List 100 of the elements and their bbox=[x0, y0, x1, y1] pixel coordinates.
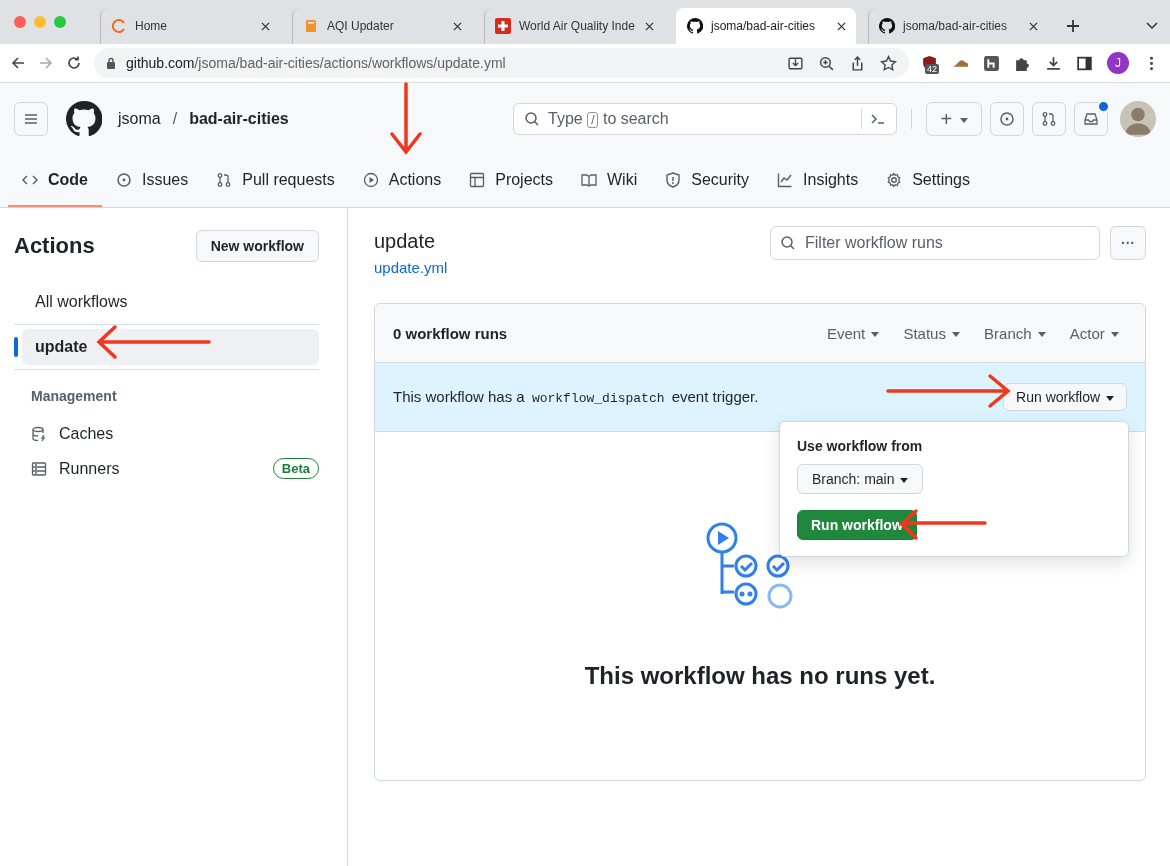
command-palette-icon[interactable] bbox=[870, 111, 886, 127]
play-icon bbox=[362, 172, 379, 188]
pull-requests-button[interactable] bbox=[1032, 102, 1066, 136]
workflow-title: update bbox=[374, 230, 437, 253]
back-arrow-icon[interactable] bbox=[10, 55, 26, 71]
repo-tab[interactable]: Security bbox=[651, 155, 764, 207]
management-item[interactable]: Runners Beta bbox=[14, 451, 319, 486]
more-options-button[interactable]: ··· bbox=[1110, 226, 1146, 260]
search-icon bbox=[524, 111, 540, 127]
octocat-logo-icon[interactable] bbox=[66, 101, 102, 137]
close-icon[interactable] bbox=[645, 21, 654, 31]
server-icon bbox=[31, 460, 47, 477]
empty-state-message: This workflow has no runs yet. bbox=[584, 662, 936, 690]
popover-heading: Use workflow from bbox=[797, 438, 923, 454]
caret-icon bbox=[1106, 395, 1114, 401]
caret-icon bbox=[959, 117, 968, 123]
inbox-button[interactable] bbox=[1074, 102, 1108, 136]
caret-icon bbox=[1037, 332, 1046, 338]
repo-tab[interactable]: Issues bbox=[102, 155, 203, 207]
book-icon bbox=[303, 18, 319, 34]
tab-title: AQI Updater bbox=[327, 19, 395, 33]
notification-dot bbox=[1097, 100, 1110, 113]
menu-icon bbox=[23, 111, 39, 127]
path-separator: / bbox=[172, 110, 178, 128]
octocat-icon bbox=[687, 18, 703, 34]
close-icon[interactable] bbox=[261, 21, 270, 31]
new-workflow-button[interactable]: New workflow bbox=[195, 230, 319, 262]
filter-field[interactable]: Filter workflow runs bbox=[770, 226, 1100, 260]
address-bar[interactable]: github.com/jsoma/bad-air-cities/actions/workflows/update.yml bbox=[94, 48, 909, 78]
download-icon[interactable] bbox=[1045, 54, 1062, 72]
table-icon bbox=[469, 172, 486, 188]
create-new-button[interactable]: + bbox=[926, 102, 982, 136]
book-icon bbox=[581, 172, 597, 188]
star-icon[interactable] bbox=[880, 54, 897, 72]
tab-title: Home bbox=[135, 19, 168, 33]
owner-link[interactable]: jsoma bbox=[118, 110, 161, 128]
repo-tab[interactable]: Insights bbox=[763, 155, 873, 207]
browser-tab[interactable]: AQI Updater bbox=[292, 8, 472, 44]
search-icon bbox=[780, 235, 796, 251]
close-icon[interactable] bbox=[837, 21, 846, 31]
filter-dropdown[interactable]: Status bbox=[895, 324, 969, 342]
run-workflow-dropdown[interactable]: Run workflow bbox=[1003, 383, 1127, 411]
pull-request-icon bbox=[1041, 111, 1057, 127]
section-heading: Management bbox=[31, 388, 118, 404]
caret-icon bbox=[871, 332, 880, 338]
workflow-file-link[interactable]: update.yml bbox=[374, 259, 448, 276]
profile-avatar[interactable]: J bbox=[1107, 52, 1129, 74]
gear-icon bbox=[886, 172, 903, 188]
side-panel-icon[interactable] bbox=[1076, 54, 1093, 72]
tab-title: World Air Quality Inde bbox=[519, 19, 636, 33]
issues-button[interactable] bbox=[990, 102, 1024, 136]
avatar-silhouette[interactable] bbox=[1120, 101, 1156, 137]
workflow-item[interactable]: All workflows bbox=[22, 284, 319, 320]
repo-tab[interactable]: Actions bbox=[348, 155, 456, 207]
repo-link[interactable]: bad-air-cities bbox=[189, 110, 289, 128]
cross-icon bbox=[495, 18, 511, 34]
run-count: 0 workflow runs bbox=[393, 324, 508, 342]
reload-icon[interactable] bbox=[66, 55, 82, 71]
new-tab-icon[interactable] bbox=[1066, 19, 1080, 33]
sidebar-title: Actions bbox=[14, 233, 95, 259]
close-icon[interactable] bbox=[453, 21, 462, 31]
repo-tab[interactable]: Projects bbox=[455, 155, 567, 207]
extension-badge: 42 bbox=[925, 63, 939, 74]
browser-tab[interactable]: World Air Quality Inde bbox=[484, 8, 664, 44]
pr-icon bbox=[216, 172, 233, 188]
caret-icon bbox=[952, 332, 961, 338]
shield-icon bbox=[665, 172, 682, 188]
zoom-icon[interactable] bbox=[818, 54, 835, 72]
branch-dropdown[interactable]: Branch: main bbox=[797, 464, 924, 494]
tab-title: jsoma/bad-air-cities bbox=[903, 19, 1009, 33]
close-icon[interactable] bbox=[1029, 21, 1038, 31]
caret-icon bbox=[1111, 332, 1119, 338]
repo-tab[interactable]: Pull requests bbox=[202, 155, 349, 207]
issue-icon bbox=[116, 172, 132, 188]
repo-tab[interactable]: Wiki bbox=[567, 155, 652, 207]
workflow-item[interactable]: update bbox=[22, 329, 319, 365]
filter-dropdown[interactable]: Actor bbox=[1061, 324, 1127, 342]
browser-tab[interactable]: jsoma/bad-air-cities bbox=[868, 8, 1048, 44]
browser-tab[interactable]: Home bbox=[100, 8, 280, 44]
management-item[interactable]: Caches bbox=[14, 416, 319, 451]
install-icon[interactable] bbox=[787, 54, 804, 72]
filter-dropdown[interactable]: Event bbox=[818, 324, 888, 342]
graph-icon bbox=[777, 172, 794, 188]
trigger-message: This workflow has a workflow_dispatch event trigger. bbox=[393, 388, 759, 406]
run-workflow-button[interactable]: Run workflow bbox=[797, 510, 917, 540]
ring-icon bbox=[111, 18, 127, 34]
chevron-down-icon[interactable] bbox=[1146, 22, 1158, 30]
database-icon bbox=[31, 425, 47, 442]
repo-tab[interactable]: Code bbox=[8, 155, 102, 207]
octocat-icon bbox=[879, 18, 895, 34]
caret-icon bbox=[900, 477, 909, 483]
search-field[interactable]: Type / to search bbox=[513, 103, 897, 135]
h-icon[interactable] bbox=[983, 54, 1000, 72]
tab-title: jsoma/bad-air-cities bbox=[711, 19, 817, 33]
menu-button[interactable] bbox=[14, 102, 48, 136]
filter-dropdown[interactable]: Branch bbox=[976, 324, 1054, 342]
browser-tab[interactable]: jsoma/bad-air-cities bbox=[676, 8, 856, 44]
issue-icon bbox=[999, 111, 1015, 127]
repo-tab[interactable]: Settings bbox=[872, 155, 984, 207]
inbox-icon bbox=[1083, 111, 1099, 127]
